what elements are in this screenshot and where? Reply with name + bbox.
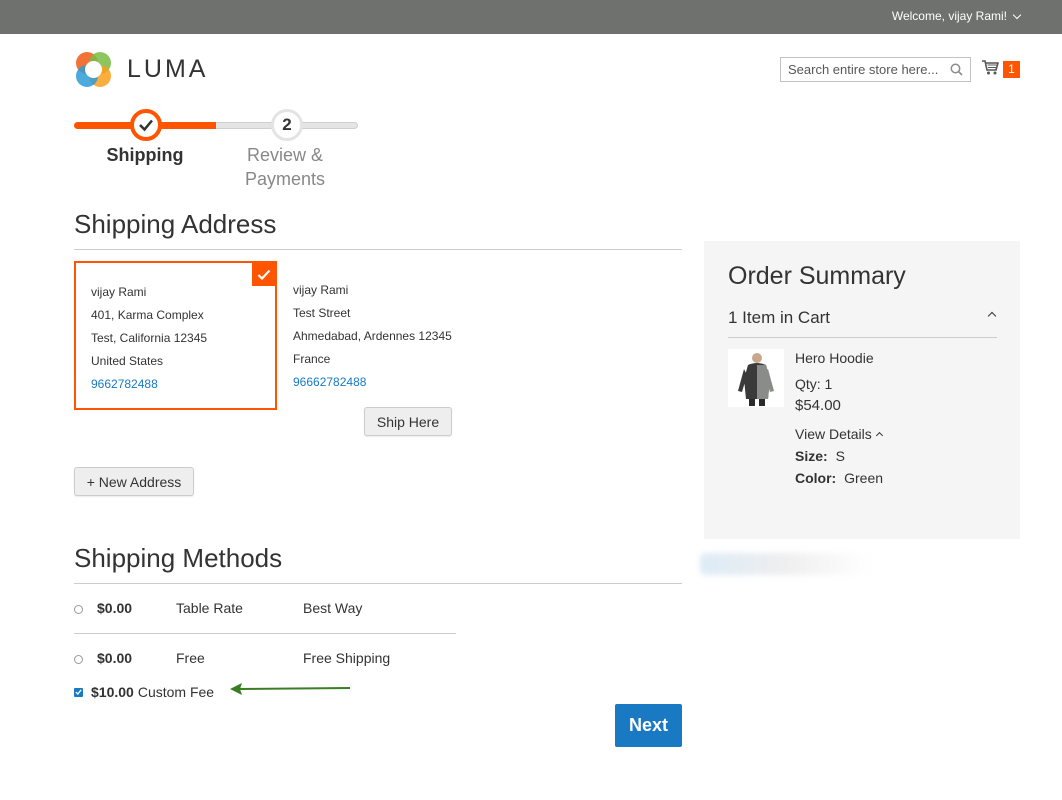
next-button[interactable]: Next: [615, 704, 682, 747]
custom-fee-price: $10.00: [91, 684, 134, 700]
method-name: Best Way: [303, 600, 363, 616]
option-label: Color:: [795, 470, 837, 486]
search-box: [780, 57, 971, 82]
address-city: Ahmedabad, Ardennes 12345: [293, 329, 452, 343]
product-option-color: Color: Green: [795, 470, 883, 486]
selected-check-icon: [252, 263, 275, 286]
method-carrier: Free: [176, 650, 205, 666]
address-phone-link[interactable]: 9662782488: [91, 373, 260, 396]
new-address-button[interactable]: + New Address: [74, 467, 194, 496]
luma-logo-icon: [74, 50, 113, 89]
divider: [728, 337, 997, 338]
shipping-method-row[interactable]: $0.00 Free Free Shipping: [74, 650, 456, 674]
address-country: France: [293, 352, 331, 366]
product-option-size: Size: S: [795, 448, 845, 464]
annotation-arrow-icon: [230, 683, 351, 695]
option-label: Size:: [795, 448, 828, 464]
order-summary-title: Order Summary: [728, 262, 906, 290]
method-radio[interactable]: [74, 655, 83, 664]
search-input[interactable]: [781, 58, 941, 81]
address-street: Test Street: [293, 306, 351, 320]
custom-fee-checkbox[interactable]: [74, 687, 83, 697]
store-logo[interactable]: LUMA: [74, 50, 208, 89]
method-radio[interactable]: [74, 605, 83, 614]
ship-here-button[interactable]: Ship Here: [364, 407, 452, 436]
address-phone-link[interactable]: 96662782488: [293, 371, 452, 394]
logo-text: LUMA: [127, 55, 209, 83]
divider: [74, 633, 456, 634]
checkout-progress: 2 Shipping Review & Payments: [74, 108, 364, 198]
product-qty: Qty: 1: [795, 376, 833, 392]
method-price: $0.00: [97, 600, 133, 616]
step-shipping-indicator: [130, 109, 162, 141]
method-name: Free Shipping: [303, 650, 391, 666]
address-card: vijay Rami Test Street Ahmedabad, Ardenn…: [293, 279, 452, 394]
cart-icon: [981, 59, 1000, 80]
product-thumbnail: [728, 349, 784, 407]
welcome-text: Welcome, vijay Rami!: [891, 9, 1007, 23]
address-name: vijay Rami: [91, 285, 147, 299]
minicart[interactable]: 1: [981, 59, 1020, 80]
view-details-label: View Details: [795, 426, 872, 442]
option-value: S: [835, 448, 845, 464]
blurred-region: [700, 553, 870, 575]
customer-menu[interactable]: Welcome, vijay Rami!: [891, 9, 1022, 23]
order-summary-panel: Order Summary 1 Item in Cart Hero Hoodie…: [704, 241, 1020, 539]
chevron-up-icon: [987, 311, 997, 321]
product-price: $54.00: [795, 397, 841, 414]
chevron-up-icon: [875, 431, 883, 440]
option-value: Green: [844, 470, 884, 486]
step-review-label[interactable]: Review & Payments: [240, 143, 330, 191]
divider: [74, 249, 682, 250]
checkmark-icon: [139, 119, 153, 132]
method-carrier: Table Rate: [176, 600, 243, 616]
shipping-address-title: Shipping Address: [74, 209, 277, 239]
top-bar: Welcome, vijay Rami!: [0, 0, 1062, 34]
address-card-selected[interactable]: vijay Rami 401, Karma Complex Test, Cali…: [74, 261, 277, 410]
method-price: $0.00: [97, 650, 133, 666]
shipping-method-row[interactable]: $0.00 Table Rate Best Way: [74, 600, 456, 624]
step-shipping-label: Shipping: [106, 145, 184, 165]
cart-count-badge: 1: [1003, 61, 1020, 78]
view-details-toggle[interactable]: View Details: [795, 426, 883, 442]
custom-fee-label: Custom Fee: [137, 684, 215, 700]
chevron-down-icon: [1012, 10, 1022, 19]
address-city: Test, California 12345: [91, 331, 208, 345]
address-name: vijay Rami: [293, 283, 349, 297]
custom-fee-option[interactable]: $10.00 Custom Fee: [74, 684, 214, 700]
product-name: Hero Hoodie: [795, 350, 874, 366]
divider: [74, 583, 682, 584]
items-in-cart-toggle[interactable]: 1 Item in Cart: [728, 308, 997, 338]
shipping-methods-title: Shipping Methods: [74, 543, 283, 573]
items-in-cart-label: 1 Item in Cart: [728, 308, 831, 327]
search-icon[interactable]: [950, 63, 963, 81]
address-street: 401, Karma Complex: [91, 308, 204, 322]
step-review-indicator: 2: [271, 109, 303, 141]
address-country: United States: [91, 354, 164, 368]
